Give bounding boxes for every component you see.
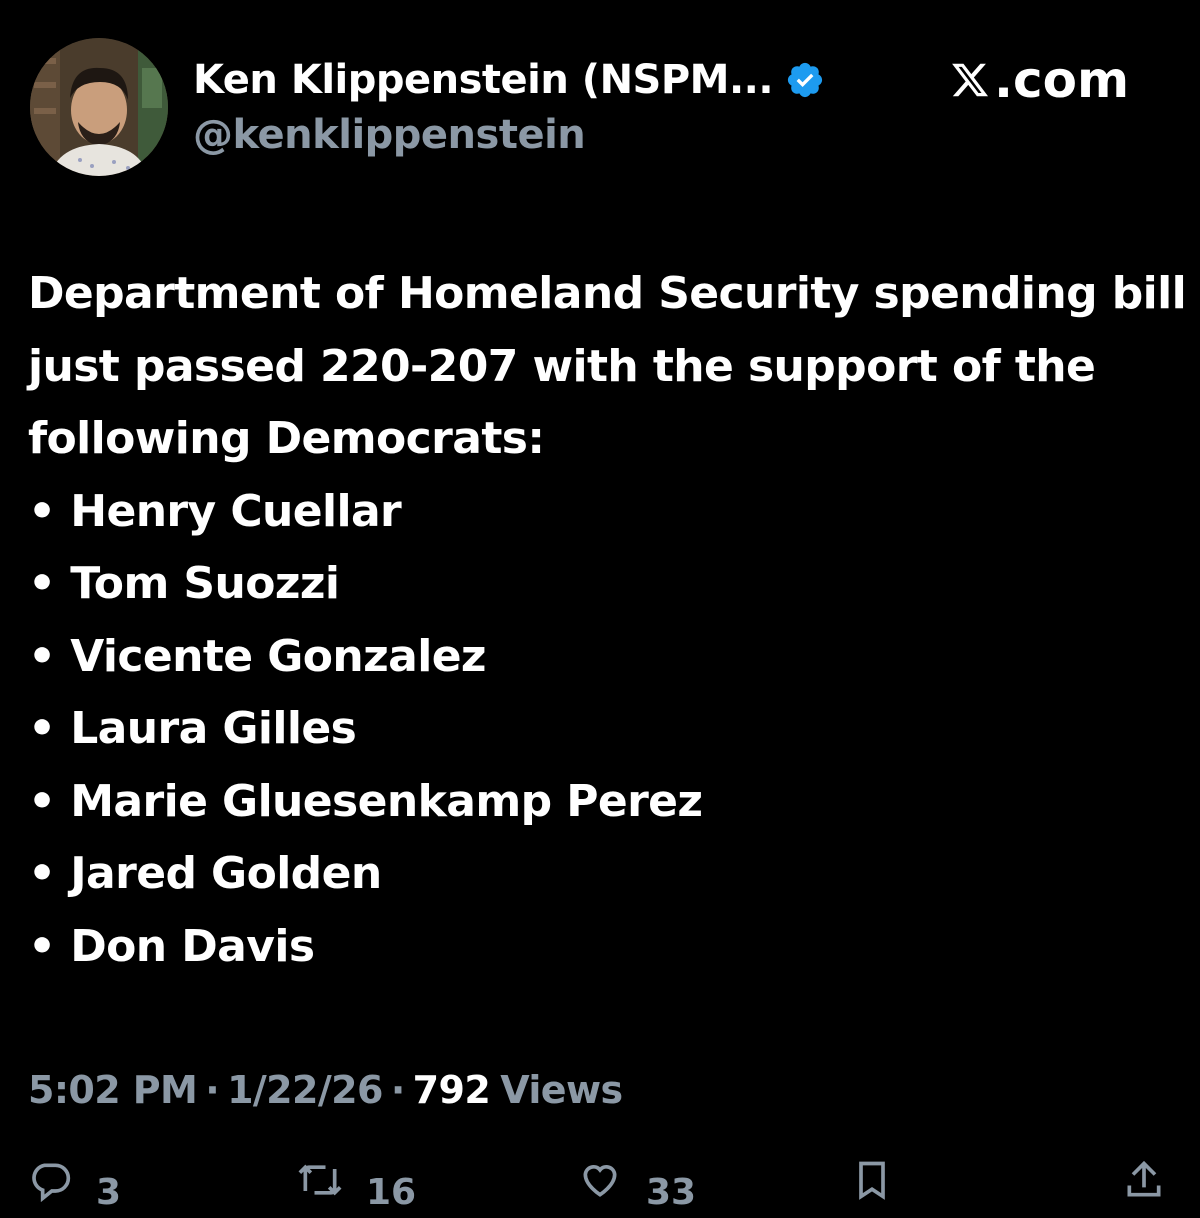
reply-icon — [32, 1163, 71, 1202]
list-item: • Jared Golden — [28, 848, 382, 899]
bookmark-button[interactable] — [850, 1158, 894, 1202]
avatar[interactable] — [30, 38, 168, 176]
meta-separator: · — [390, 1068, 405, 1112]
author-name-row: Ken Klippenstein (NSPM... — [193, 52, 825, 108]
list-item: • Tom Suozzi — [28, 558, 340, 609]
share-icon — [1127, 1160, 1161, 1197]
like-count: 33 — [646, 1172, 697, 1213]
repost-icon — [298, 1164, 342, 1196]
list-item: • Don Davis — [28, 920, 315, 972]
repost-count: 16 — [366, 1172, 417, 1213]
author-handle[interactable]: @kenklippenstein — [193, 112, 586, 158]
views-label: Views — [500, 1068, 623, 1112]
tweet-meta: 5:02 PM · 1/22/26 · 792 Views — [28, 1060, 623, 1120]
list-item: • Henry Cuellar — [28, 485, 402, 537]
bookmark-icon — [859, 1161, 885, 1200]
brand-domain: .com — [994, 51, 1130, 109]
list-item: • Vicente Gonzalez — [28, 630, 487, 682]
list-item: • Marie Gluesenkamp Perez — [28, 775, 703, 827]
action-bar: 3 16 33 — [0, 1158, 1200, 1218]
x-logo-icon — [952, 63, 989, 97]
reply-count: 3 — [96, 1172, 122, 1213]
list-item: • Laura Gilles — [28, 703, 357, 754]
avatar-image — [30, 38, 168, 176]
views-count: 792 — [412, 1068, 491, 1112]
tweet-time[interactable]: 5:02 PM — [28, 1068, 198, 1112]
share-button[interactable] — [1122, 1158, 1166, 1202]
heart-icon — [583, 1165, 617, 1197]
tweet-date[interactable]: 1/22/26 — [227, 1068, 383, 1112]
author-display-name[interactable]: Ken Klippenstein (NSPM... — [193, 57, 774, 103]
brand-watermark: .com — [950, 48, 1129, 112]
democrats-list: • Henry Cuellar • Tom Suozzi • Vicente G… — [28, 476, 1188, 984]
tweet-text: Department of Homeland Security spending… — [28, 258, 1188, 983]
verified-badge-icon[interactable] — [785, 60, 825, 100]
like-button[interactable]: 33 — [578, 1158, 696, 1213]
reply-button[interactable]: 3 — [28, 1158, 121, 1213]
repost-button[interactable]: 16 — [298, 1158, 416, 1213]
tweet-intro: Department of Homeland Security spending… — [28, 268, 1187, 464]
meta-separator: · — [205, 1068, 220, 1112]
